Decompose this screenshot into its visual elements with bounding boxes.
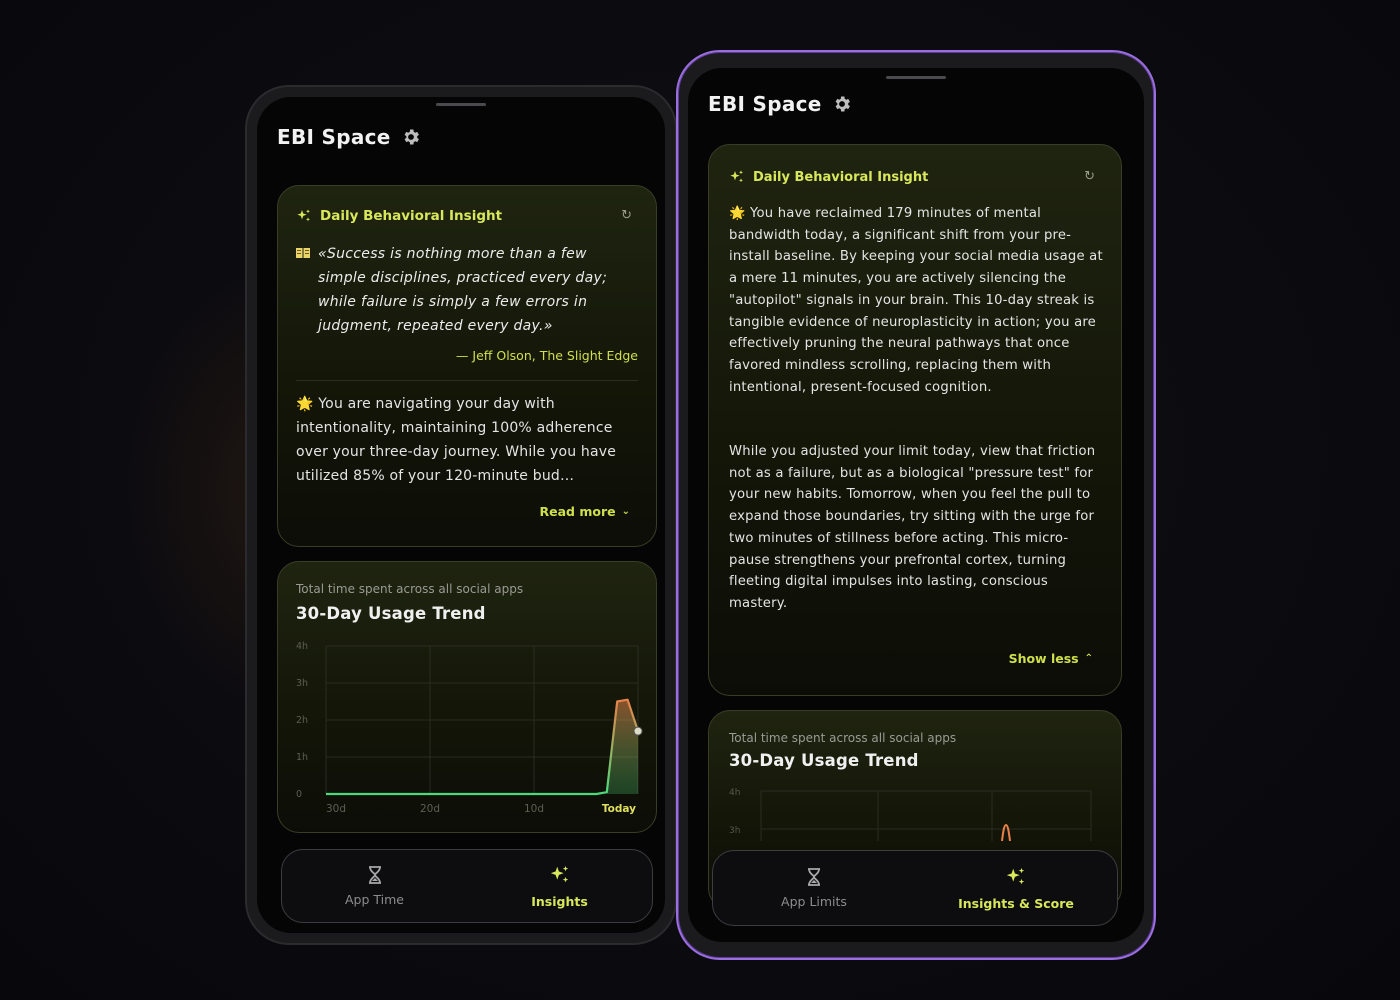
tab-bar: App Time Insights [281, 849, 653, 923]
notch [886, 76, 946, 79]
chevron-down-icon: ⌄ [621, 506, 630, 517]
insight-body: 🌟 You are navigating your day with inten… [296, 396, 617, 484]
show-less-button[interactable]: Show less ⌃ [1009, 651, 1093, 666]
y-tick-label: 0 [296, 789, 302, 800]
tab-app-limits[interactable]: App Limits [713, 851, 915, 925]
tab-label: App Limits [781, 893, 847, 909]
tab-app-time[interactable]: App Time [282, 850, 467, 922]
divider [296, 380, 638, 381]
tab-insights[interactable]: Insights [467, 850, 652, 922]
y-tick-label: 2h [296, 715, 308, 726]
gear-icon[interactable] [401, 127, 421, 147]
hourglass-icon [808, 867, 820, 886]
quote-text: «Success is nothing more than a few simp… [318, 246, 608, 334]
sparkles-icon [1006, 867, 1025, 884]
notch [436, 103, 486, 106]
insight-header: Daily Behavioral Insight [296, 208, 502, 224]
read-more-label: Read more [539, 504, 616, 519]
usage-chart: 0 1h 2h 3h 4h 30d 20d 10d Today [296, 641, 643, 814]
tab-bar: App Limits Insights & Score [712, 850, 1118, 926]
insight-title: Daily Behavioral Insight [320, 208, 503, 224]
usage-card: Total time spent across all social apps … [277, 561, 657, 833]
insight-header: Daily Behavioral Insight [729, 169, 928, 185]
phone-screen: EBI Space Daily Behavioral Insight ↻ 🌟 Y… [688, 68, 1144, 942]
y-tick-label: 1h [296, 752, 308, 763]
tab-label: App Time [345, 891, 404, 907]
y-tick-label: 4h [729, 788, 740, 798]
x-tick-label: Today [602, 803, 636, 814]
tab-insights-score[interactable]: Insights & Score [915, 851, 1117, 925]
today-point [633, 726, 643, 736]
usage-title: 30-Day Usage Trend [729, 751, 919, 770]
app-title: EBI Space [277, 125, 391, 149]
insight-card: Daily Behavioral Insight ↻ 🌟 You have re… [708, 144, 1122, 696]
phone-left: EBI Space Daily Behavioral Insight ↻ «Su… [245, 85, 677, 945]
y-tick-label: 3h [296, 678, 308, 689]
gear-icon[interactable] [832, 94, 852, 114]
refresh-icon[interactable]: ↻ [1084, 169, 1095, 184]
show-less-label: Show less [1008, 651, 1079, 666]
app-header: EBI Space [277, 125, 421, 149]
chevron-up-icon: ⌃ [1084, 653, 1093, 664]
quote-block: «Success is nothing more than a few simp… [296, 242, 636, 338]
app-header: EBI Space [708, 92, 852, 116]
sparkles-icon [730, 170, 743, 183]
usage-subtitle: Total time spent across all social apps [296, 582, 524, 596]
x-tick-label: 20d [420, 803, 440, 814]
quote-author: — Jeff Olson, The Slight Edge [455, 348, 638, 363]
app-title: EBI Space [708, 92, 822, 116]
insight-paragraph-2: While you adjusted your limit today, vie… [729, 444, 1096, 611]
usage-subtitle: Total time spent across all social apps [729, 731, 957, 745]
sparkles-icon [297, 209, 310, 222]
usage-title: 30-Day Usage Trend [296, 604, 486, 623]
usage-chart-partial: 4h 3h [729, 788, 1092, 841]
x-tick-label: 10d [524, 803, 544, 814]
x-tick-label: 30d [326, 803, 346, 814]
sparkles-icon [550, 865, 568, 882]
tab-label: Insights & Score [958, 895, 1074, 911]
y-tick-label: 4h [296, 641, 308, 652]
insight-card: Daily Behavioral Insight ↻ «Success is n… [277, 185, 657, 547]
usage-peak [1001, 823, 1011, 841]
book-icon [296, 248, 310, 258]
insight-title: Daily Behavioral Insight [753, 169, 929, 185]
read-more-button[interactable]: Read more ⌄ [540, 504, 630, 519]
usage-line [326, 698, 640, 796]
phone-right: EBI Space Daily Behavioral Insight ↻ 🌟 Y… [676, 50, 1156, 960]
phone-screen: EBI Space Daily Behavioral Insight ↻ «Su… [257, 97, 665, 933]
y-tick-label: 3h [729, 826, 740, 836]
refresh-icon[interactable]: ↻ [621, 208, 632, 223]
tab-label: Insights [531, 893, 588, 909]
hourglass-icon [368, 865, 381, 884]
insight-paragraph-1: 🌟 You have reclaimed 179 minutes of ment… [729, 206, 1103, 395]
